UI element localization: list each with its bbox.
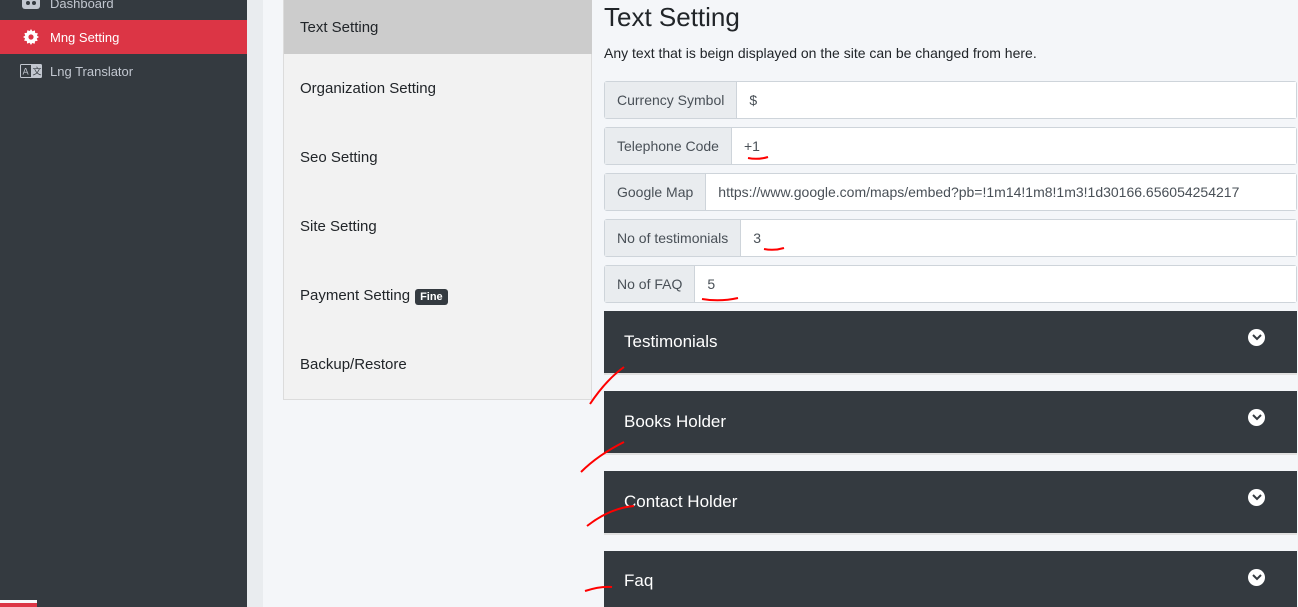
- page-description: Any text that is beign displayed on the …: [604, 45, 1037, 61]
- tab-site-setting[interactable]: Site Setting: [284, 192, 592, 261]
- accordion-label: Books Holder: [624, 412, 727, 431]
- layout-gutter: [247, 0, 263, 607]
- tab-seo-setting[interactable]: Seo Setting: [284, 123, 592, 192]
- settings-nav: Text Setting Organization Setting Seo Se…: [283, 0, 592, 400]
- status-badge: Fine: [415, 288, 448, 305]
- chevron-down-icon: [1248, 409, 1265, 426]
- sidebar-item-dashboard[interactable]: Dashboard: [0, 0, 247, 20]
- svg-text:A: A: [23, 68, 30, 78]
- tab-label: Site Setting: [300, 218, 377, 235]
- accordion-contact-holder[interactable]: Contact Holder: [604, 471, 1297, 535]
- tab-label: Backup/Restore: [300, 356, 407, 373]
- sidebar: Dashboard Mng Setting A文 Lng Translator: [0, 0, 247, 607]
- accordion-faq[interactable]: Faq: [604, 551, 1297, 607]
- sidebar-bottom-indicator: [0, 600, 37, 607]
- tab-text-setting[interactable]: Text Setting: [284, 0, 592, 54]
- accordion-testimonials[interactable]: Testimonials: [604, 311, 1297, 375]
- telephone-code-group: Telephone Code: [604, 127, 1297, 165]
- tab-label: Seo Setting: [300, 149, 378, 166]
- currency-symbol-label: Currency Symbol: [605, 82, 738, 118]
- translate-icon: A文: [20, 63, 42, 79]
- accordion-label: Contact Holder: [624, 492, 738, 511]
- sidebar-item-label: Mng Setting: [50, 29, 120, 45]
- tab-label: Organization Setting: [300, 80, 436, 97]
- testimonials-count-label: No of testimonials: [605, 220, 742, 256]
- accordion-books-holder[interactable]: Books Holder: [604, 391, 1297, 455]
- tab-backup-restore[interactable]: Backup/Restore: [284, 330, 592, 399]
- google-map-label: Google Map: [605, 174, 707, 210]
- tab-organization-setting[interactable]: Organization Setting: [284, 54, 592, 123]
- faq-count-group: No of FAQ: [604, 265, 1297, 303]
- currency-symbol-input[interactable]: [737, 82, 1296, 118]
- chevron-down-icon: [1248, 329, 1265, 346]
- sidebar-item-label: Dashboard: [50, 0, 114, 11]
- page-title: Text Setting: [604, 2, 740, 32]
- tab-label: Payment Setting: [300, 287, 411, 304]
- chevron-down-icon: [1248, 569, 1265, 586]
- telephone-code-label: Telephone Code: [605, 128, 732, 164]
- accordion-label: Testimonials: [624, 332, 718, 351]
- chevron-down-icon: [1248, 489, 1265, 506]
- faq-count-input[interactable]: [695, 266, 1296, 302]
- tab-label: Text Setting: [300, 18, 379, 36]
- accordion-label: Faq: [624, 571, 654, 590]
- sidebar-item-mng-setting[interactable]: Mng Setting: [0, 20, 247, 54]
- currency-symbol-group: Currency Symbol: [604, 81, 1297, 119]
- sidebar-item-lng-translator[interactable]: A文 Lng Translator: [0, 54, 247, 88]
- google-map-group: Google Map: [604, 173, 1297, 211]
- faq-count-label: No of FAQ: [605, 266, 696, 302]
- testimonials-count-input[interactable]: [741, 220, 1296, 256]
- google-map-input[interactable]: [706, 174, 1296, 210]
- svg-text:文: 文: [33, 66, 42, 78]
- gear-icon: [20, 29, 42, 45]
- tab-payment-setting[interactable]: Payment Setting Fine: [284, 261, 592, 330]
- testimonials-count-group: No of testimonials: [604, 219, 1297, 257]
- telephone-code-input[interactable]: [731, 128, 1296, 164]
- sidebar-item-label: Lng Translator: [50, 63, 134, 79]
- dashboard-icon: [20, 0, 42, 11]
